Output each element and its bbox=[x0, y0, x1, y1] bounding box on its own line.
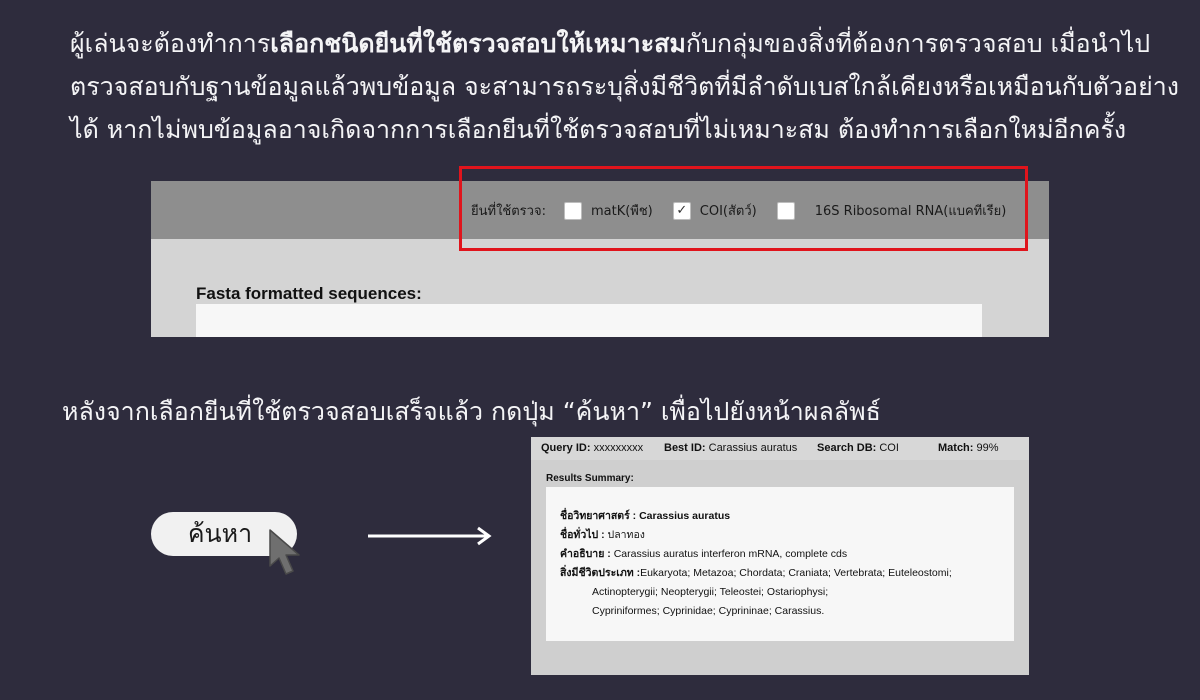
common-name-value: ปลาทอง bbox=[607, 529, 645, 541]
instructions-line-3: ได้ หากไม่พบข้อมูลอาจเกิดจากการเลือกยีนท… bbox=[70, 115, 1127, 144]
best-id-label: Best ID: bbox=[664, 442, 706, 454]
match-value: 99% bbox=[976, 442, 999, 454]
result-panel: Query ID: xxxxxxxxx Best ID: Carassius a… bbox=[531, 437, 1029, 675]
instructions-line-1: ผู้เล่นจะต้องทำการเลือกชนิดยีนที่ใช้ตรวจ… bbox=[70, 22, 1170, 65]
taxonomy-line-3: Cypriniformes; Cyprinidae; Cyprininae; C… bbox=[592, 605, 825, 617]
sci-name-label: ชื่อวิทยาศาสตร์ : bbox=[560, 510, 637, 522]
search-db: Search DB: COI bbox=[817, 442, 899, 454]
instructions-line-1-end: กับกลุ่มของสิ่งที่ต้องการตรวจสอบ เมื่อนำ… bbox=[685, 29, 1151, 58]
fasta-label: Fasta formatted sequences: bbox=[196, 284, 422, 303]
sci-name-value: Carassius auratus bbox=[639, 510, 731, 522]
query-id: Query ID: xxxxxxxxx bbox=[541, 442, 643, 454]
description-value: Carassius auratus interferon mRNA, compl… bbox=[613, 548, 848, 560]
instructions-line-2: ตรวจสอบกับฐานข้อมูลแล้วพบข้อมูล จะสามารถ… bbox=[70, 72, 1179, 101]
search-db-value: COI bbox=[879, 442, 899, 454]
taxonomy-label: สิ่งมีชีวิตประเภท : bbox=[560, 567, 641, 579]
taxonomy-line-1: Eukaryota; Metazoa; Chordata; Craniata; … bbox=[640, 567, 952, 579]
query-id-value: xxxxxxxxx bbox=[593, 442, 644, 454]
taxonomy-line-2: Actinopterygii; Neopterygii; Teleostei; … bbox=[592, 586, 829, 598]
instructions-text: ผู้เล่นจะต้องทำการเลือกชนิดยีนที่ใช้ตรวจ… bbox=[70, 22, 1179, 151]
instructions-line-1-emphasis: เลือกชนิดยีนที่ใช้ตรวจสอบให้เหมาะสม bbox=[270, 29, 686, 58]
best-id-value: Carassius auratus bbox=[708, 442, 798, 454]
common-name-row: ชื่อทั่วไป : ปลาทอง bbox=[560, 526, 1000, 545]
query-id-label: Query ID: bbox=[541, 442, 591, 454]
result-header: Query ID: xxxxxxxxx Best ID: Carassius a… bbox=[531, 437, 1029, 460]
description-row: คำอธิบาย : Carassius auratus interferon … bbox=[560, 545, 1000, 564]
description-label: คำอธิบาย : bbox=[560, 548, 611, 560]
highlight-frame bbox=[459, 166, 1028, 251]
right-arrow-icon bbox=[368, 526, 492, 546]
results-summary-box: ชื่อวิทยาศาสตร์ : Carassius auratus ชื่อ… bbox=[546, 487, 1014, 641]
taxonomy-row: สิ่งมีชีวิตประเภท :Eukaryota; Metazoa; C… bbox=[560, 564, 1000, 583]
common-name-label: ชื่อทั่วไป : bbox=[560, 529, 605, 541]
best-id: Best ID: Carassius auratus bbox=[664, 442, 797, 454]
step2-instruction: หลังจากเลือกยีนที่ใช้ตรวจสอบเสร็จแล้ว กด… bbox=[62, 397, 881, 426]
results-summary-label: Results Summary: bbox=[546, 473, 634, 484]
cursor-arrow-icon bbox=[269, 529, 300, 575]
fasta-input[interactable] bbox=[196, 304, 982, 337]
search-db-label: Search DB: bbox=[817, 442, 877, 454]
match-label: Match: bbox=[938, 442, 974, 454]
match: Match: 99% bbox=[938, 442, 999, 454]
sci-name-row: ชื่อวิทยาศาสตร์ : Carassius auratus bbox=[560, 507, 1000, 526]
instructions-line-1-start: ผู้เล่นจะต้องทำการ bbox=[70, 29, 271, 58]
